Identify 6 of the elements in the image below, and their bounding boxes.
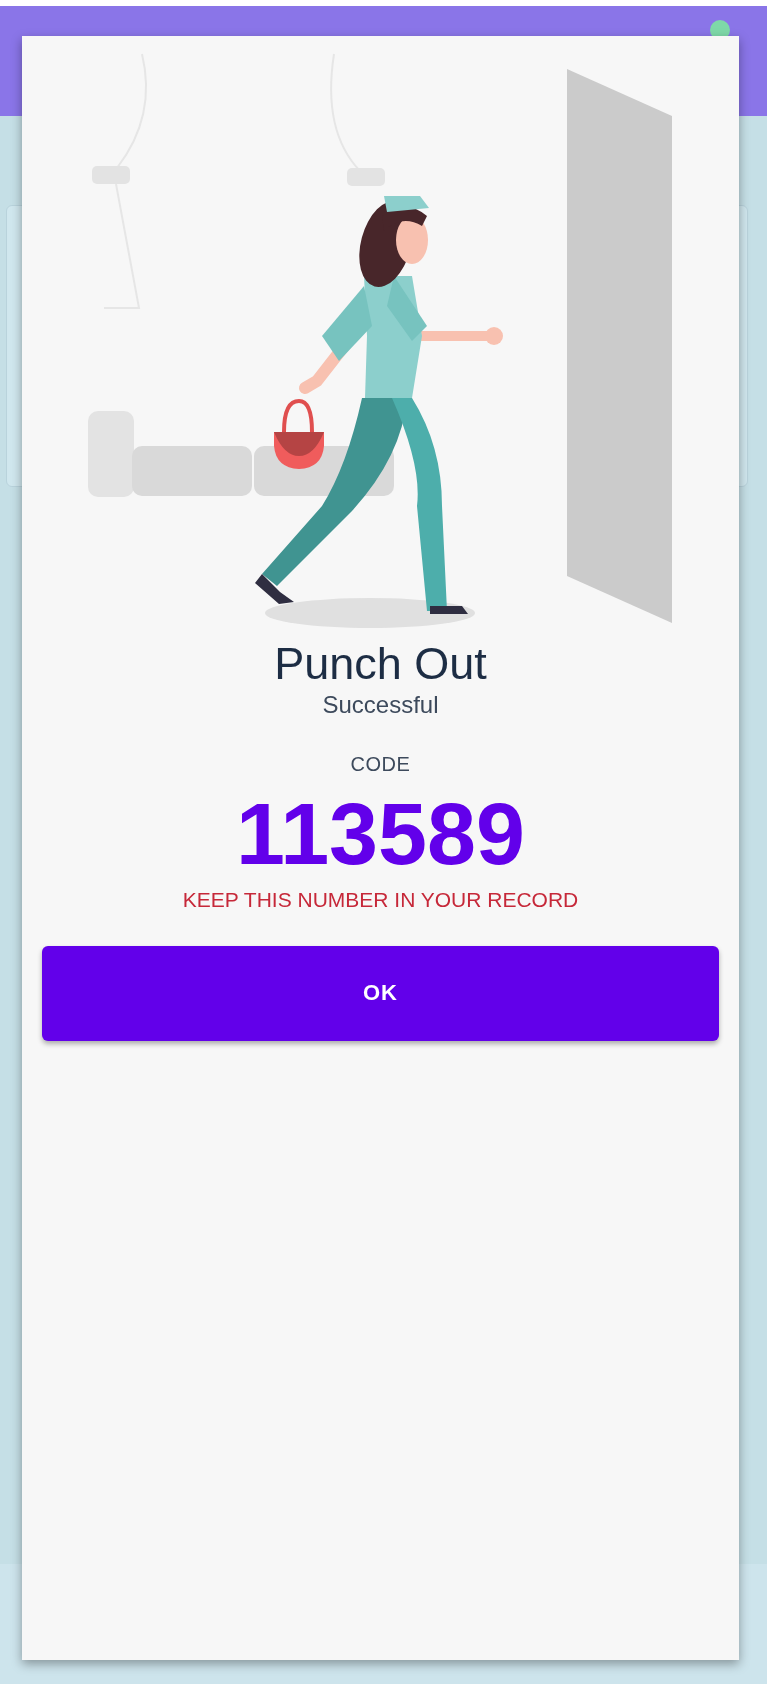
dialog-subtitle: Successful [322,690,439,719]
punch-code: 113589 [236,789,525,878]
ok-button[interactable]: OK [42,945,719,1041]
code-label: CODE [350,752,411,776]
record-notice: KEEP THIS NUMBER IN YOUR RECORD [182,887,579,912]
dialog-title: Punch Out [274,639,487,689]
